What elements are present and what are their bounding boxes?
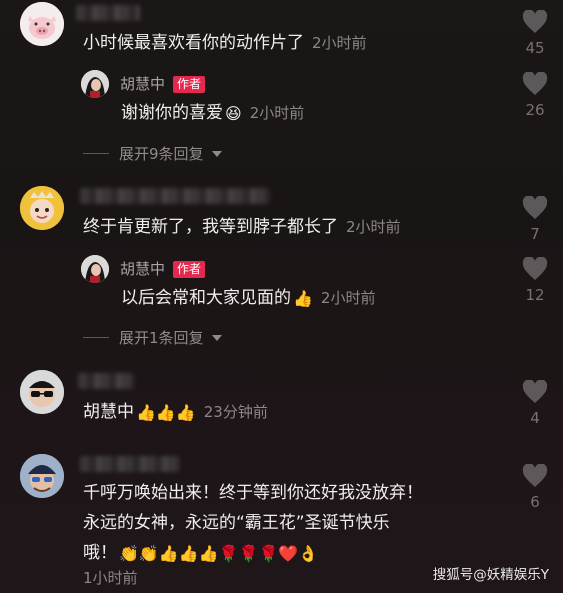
comment-time: 2小时前	[346, 218, 401, 236]
like-count: 7	[530, 225, 540, 243]
expand-replies-button[interactable]: 展开1条回复	[83, 328, 222, 348]
like-button[interactable]: 4	[518, 380, 552, 428]
expand-replies-button[interactable]: 展开9条回复	[83, 144, 222, 164]
commenter-avatar[interactable]	[20, 370, 64, 414]
reply-time: 2小时前	[320, 289, 376, 307]
heart-icon	[522, 10, 548, 33]
blurred-username	[80, 188, 270, 204]
thumbs-up-emoji-icon: 👍	[293, 289, 313, 308]
reply-text: 以后会常和大家见面的 👍 2小时前	[121, 288, 376, 308]
author-photo-icon	[81, 255, 109, 283]
author-avatar[interactable]	[81, 70, 109, 98]
comment-text: 胡慧中 👍👍👍 23分钟前	[83, 402, 268, 422]
like-count: 26	[525, 101, 545, 119]
like-button[interactable]: 26	[518, 72, 552, 120]
reply-time: 2小时前	[249, 104, 305, 122]
like-button[interactable]: 7	[518, 196, 552, 244]
comment-text: 千呼万唤始出来！终于等到你还好我没放弃！ 永远的女神，永远的“霸王花”圣诞节快乐…	[83, 478, 503, 569]
emoji-string-icon: 👏👏👍👍👍🌹🌹🌹❤️👌	[119, 544, 319, 563]
like-button[interactable]: 12	[518, 257, 552, 305]
heart-icon	[522, 196, 548, 219]
reply-text: 谢谢你的喜爱 😆 2小时前	[121, 103, 305, 123]
comment-text: 小时候最喜欢看你的动作片了 2小时前	[83, 33, 367, 53]
like-count: 6	[530, 493, 540, 511]
comment-text: 终于肯更新了，我等到脖子都长了 2小时前	[83, 217, 401, 237]
blurred-username	[80, 456, 180, 472]
chevron-down-icon	[211, 335, 222, 341]
thumbs-up-emoji-icon: 👍👍👍	[136, 403, 196, 422]
author-photo-icon	[81, 70, 109, 98]
watermark: 搜狐号@妖精娱乐Y	[432, 567, 549, 583]
author-badge: 作者	[173, 261, 206, 278]
baby-avatar-icon	[20, 186, 64, 230]
like-button[interactable]: 45	[518, 10, 552, 58]
reply-author[interactable]: 胡慧中 作者	[120, 74, 206, 94]
comment-time: 1小时前	[83, 569, 138, 587]
comment-time: 2小时前	[312, 34, 367, 52]
like-count: 45	[525, 39, 545, 57]
cap-avatar-icon	[20, 454, 64, 498]
pig-avatar-icon	[20, 2, 64, 46]
commenter-avatar[interactable]	[20, 454, 64, 498]
blurred-username	[78, 373, 134, 389]
heart-icon	[522, 72, 548, 95]
sunglasses-avatar-icon	[20, 370, 64, 414]
laughing-emoji-icon: 😆	[225, 104, 242, 123]
author-avatar[interactable]	[81, 255, 109, 283]
blurred-username	[76, 5, 140, 21]
commenter-avatar[interactable]	[20, 2, 64, 46]
heart-icon	[522, 464, 548, 487]
comment-time: 23分钟前	[203, 403, 268, 421]
like-button[interactable]: 6	[518, 464, 552, 512]
heart-icon	[522, 257, 548, 280]
chevron-down-icon	[211, 151, 222, 157]
reply-author[interactable]: 胡慧中 作者	[120, 259, 206, 279]
author-badge: 作者	[173, 76, 206, 93]
heart-icon	[522, 380, 548, 403]
like-count: 4	[530, 409, 540, 427]
like-count: 12	[525, 286, 545, 304]
commenter-avatar[interactable]	[20, 186, 64, 230]
